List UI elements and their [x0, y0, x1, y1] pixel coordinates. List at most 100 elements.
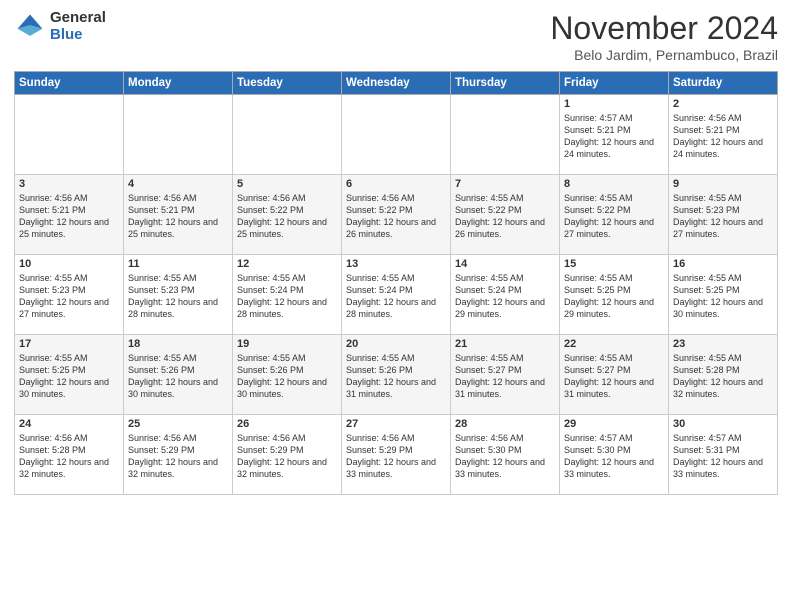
- day-number: 8: [564, 178, 664, 190]
- calendar-cell: 30Sunrise: 4:57 AMSunset: 5:31 PMDayligh…: [669, 415, 778, 495]
- day-number: 25: [128, 418, 228, 430]
- calendar-cell: 12Sunrise: 4:55 AMSunset: 5:24 PMDayligh…: [233, 255, 342, 335]
- day-info: Sunrise: 4:55 AMSunset: 5:26 PMDaylight:…: [346, 352, 446, 401]
- day-info: Sunrise: 4:56 AMSunset: 5:28 PMDaylight:…: [19, 432, 119, 481]
- calendar-cell: 21 Sunrise: 4:55 AMSunset: 5:27 PMDayligh…: [451, 335, 560, 415]
- calendar-cell: 6Sunrise: 4:56 AMSunset: 5:22 PMDaylight…: [342, 175, 451, 255]
- day-number: 15: [564, 258, 664, 270]
- day-info: Sunrise: 4:57 AMSunset: 5:30 PMDaylight:…: [564, 432, 664, 481]
- calendar-cell: 8 Sunrise: 4:55 AMSunset: 5:22 PMDaylight…: [560, 175, 669, 255]
- week-row-5: 24 Sunrise: 4:56 AMSunset: 5:28 PMDayligh…: [15, 415, 778, 495]
- day-number: 10: [19, 258, 119, 270]
- day-number: 12: [237, 258, 337, 270]
- location: Belo Jardim, Pernambuco, Brazil: [550, 47, 778, 63]
- week-row-4: 17 Sunrise: 4:55 AMSunset: 5:25 PMDayligh…: [15, 335, 778, 415]
- day-number: 21: [455, 338, 555, 350]
- day-info: Sunrise: 4:55 AMSunset: 5:28 PMDaylight:…: [673, 352, 773, 401]
- day-number: 3: [19, 178, 119, 190]
- calendar-cell: 13 Sunrise: 4:55 AMSunset: 5:24 PMDayligh…: [342, 255, 451, 335]
- day-number: 28: [455, 418, 555, 430]
- logo-general: General: [50, 10, 106, 27]
- calendar-body: 1 Sunrise: 4:57 AMSunset: 5:21 PMDaylight…: [15, 95, 778, 495]
- calendar-cell: 2 Sunrise: 4:56 AMSunset: 5:21 PMDaylight…: [669, 95, 778, 175]
- calendar-cell: 29 Sunrise: 4:57 AMSunset: 5:30 PMDayligh…: [560, 415, 669, 495]
- logo-icon: [14, 11, 46, 43]
- calendar-cell: 16 Sunrise: 4:55 AMSunset: 5:25 PMDayligh…: [669, 255, 778, 335]
- day-info: Sunrise: 4:56 AMSunset: 5:29 PMDaylight:…: [128, 432, 228, 481]
- day-header-monday: Monday: [124, 72, 233, 95]
- day-number: 26: [237, 418, 337, 430]
- calendar-cell: 14Sunrise: 4:55 AMSunset: 5:24 PMDayligh…: [451, 255, 560, 335]
- day-number: 19: [237, 338, 337, 350]
- day-info: Sunrise: 4:56 AMSunset: 5:21 PMDaylight:…: [673, 112, 773, 161]
- day-number: 13: [346, 258, 446, 270]
- day-info: Sunrise: 4:55 AMSunset: 5:25 PMDaylight:…: [673, 272, 773, 321]
- calendar-cell: [451, 95, 560, 175]
- day-header-saturday: Saturday: [669, 72, 778, 95]
- day-header-friday: Friday: [560, 72, 669, 95]
- day-number: 7: [455, 178, 555, 190]
- day-info: Sunrise: 4:56 AMSunset: 5:21 PMDaylight:…: [128, 192, 228, 241]
- day-number: 9: [673, 178, 773, 190]
- calendar-cell: 1 Sunrise: 4:57 AMSunset: 5:21 PMDaylight…: [560, 95, 669, 175]
- calendar-cell: [342, 95, 451, 175]
- calendar-cell: 7Sunrise: 4:55 AMSunset: 5:22 PMDaylight…: [451, 175, 560, 255]
- day-info: Sunrise: 4:55 AMSunset: 5:24 PMDaylight:…: [455, 272, 555, 321]
- day-info: Sunrise: 4:55 AMSunset: 5:22 PMDaylight:…: [564, 192, 664, 241]
- calendar-cell: 24 Sunrise: 4:56 AMSunset: 5:28 PMDayligh…: [15, 415, 124, 495]
- calendar-cell: 27 Sunrise: 4:56 AMSunset: 5:29 PMDayligh…: [342, 415, 451, 495]
- day-header-sunday: Sunday: [15, 72, 124, 95]
- calendar-cell: 22Sunrise: 4:55 AMSunset: 5:27 PMDayligh…: [560, 335, 669, 415]
- calendar-cell: 18 Sunrise: 4:55 AMSunset: 5:26 PMDayligh…: [124, 335, 233, 415]
- day-info: Sunrise: 4:56 AMSunset: 5:21 PMDaylight:…: [19, 192, 119, 241]
- day-info: Sunrise: 4:57 AMSunset: 5:21 PMDaylight:…: [564, 112, 664, 161]
- page: General Blue November 2024 Belo Jardim, …: [0, 0, 792, 612]
- month-title: November 2024: [550, 10, 778, 47]
- day-number: 18: [128, 338, 228, 350]
- day-info: Sunrise: 4:56 AMSunset: 5:29 PMDaylight:…: [237, 432, 337, 481]
- calendar-cell: 28 Sunrise: 4:56 AMSunset: 5:30 PMDayligh…: [451, 415, 560, 495]
- calendar-cell: 25 Sunrise: 4:56 AMSunset: 5:29 PMDayligh…: [124, 415, 233, 495]
- calendar-header: SundayMondayTuesdayWednesdayThursdayFrid…: [15, 72, 778, 95]
- day-number: 2: [673, 98, 773, 110]
- day-number: 1: [564, 98, 664, 110]
- calendar-cell: 4 Sunrise: 4:56 AMSunset: 5:21 PMDaylight…: [124, 175, 233, 255]
- day-number: 4: [128, 178, 228, 190]
- calendar-cell: 15 Sunrise: 4:55 AMSunset: 5:25 PMDayligh…: [560, 255, 669, 335]
- header: General Blue November 2024 Belo Jardim, …: [14, 10, 778, 63]
- day-info: Sunrise: 4:56 AMSunset: 5:29 PMDaylight:…: [346, 432, 446, 481]
- day-info: Sunrise: 4:56 AMSunset: 5:22 PMDaylight:…: [237, 192, 337, 241]
- day-info: Sunrise: 4:55 AMSunset: 5:25 PMDaylight:…: [19, 352, 119, 401]
- day-info: Sunrise: 4:55 AMSunset: 5:25 PMDaylight:…: [564, 272, 664, 321]
- calendar-table: SundayMondayTuesdayWednesdayThursdayFrid…: [14, 71, 778, 495]
- day-info: Sunrise: 4:55 AMSunset: 5:24 PMDaylight:…: [346, 272, 446, 321]
- day-number: 27: [346, 418, 446, 430]
- day-info: Sunrise: 4:55 AMSunset: 5:26 PMDaylight:…: [128, 352, 228, 401]
- day-info: Sunrise: 4:55 AMSunset: 5:23 PMDaylight:…: [128, 272, 228, 321]
- day-number: 24: [19, 418, 119, 430]
- calendar-cell: 11 Sunrise: 4:55 AMSunset: 5:23 PMDayligh…: [124, 255, 233, 335]
- week-row-2: 3 Sunrise: 4:56 AMSunset: 5:21 PMDaylight…: [15, 175, 778, 255]
- logo-text: General Blue: [50, 10, 106, 43]
- calendar-cell: 23Sunrise: 4:55 AMSunset: 5:28 PMDayligh…: [669, 335, 778, 415]
- day-number: 20: [346, 338, 446, 350]
- calendar-cell: 17 Sunrise: 4:55 AMSunset: 5:25 PMDayligh…: [15, 335, 124, 415]
- week-row-1: 1 Sunrise: 4:57 AMSunset: 5:21 PMDaylight…: [15, 95, 778, 175]
- day-number: 30: [673, 418, 773, 430]
- day-number: 16: [673, 258, 773, 270]
- day-info: Sunrise: 4:55 AMSunset: 5:26 PMDaylight:…: [237, 352, 337, 401]
- logo-blue: Blue: [50, 27, 106, 44]
- logo: General Blue: [14, 10, 106, 43]
- day-info: Sunrise: 4:55 AMSunset: 5:27 PMDaylight:…: [455, 352, 555, 401]
- day-header-wednesday: Wednesday: [342, 72, 451, 95]
- calendar-cell: [233, 95, 342, 175]
- day-header-tuesday: Tuesday: [233, 72, 342, 95]
- day-number: 11: [128, 258, 228, 270]
- calendar-cell: 10Sunrise: 4:55 AMSunset: 5:23 PMDayligh…: [15, 255, 124, 335]
- day-info: Sunrise: 4:56 AMSunset: 5:30 PMDaylight:…: [455, 432, 555, 481]
- header-row: SundayMondayTuesdayWednesdayThursdayFrid…: [15, 72, 778, 95]
- day-number: 5: [237, 178, 337, 190]
- day-info: Sunrise: 4:55 AMSunset: 5:27 PMDaylight:…: [564, 352, 664, 401]
- day-number: 29: [564, 418, 664, 430]
- day-number: 17: [19, 338, 119, 350]
